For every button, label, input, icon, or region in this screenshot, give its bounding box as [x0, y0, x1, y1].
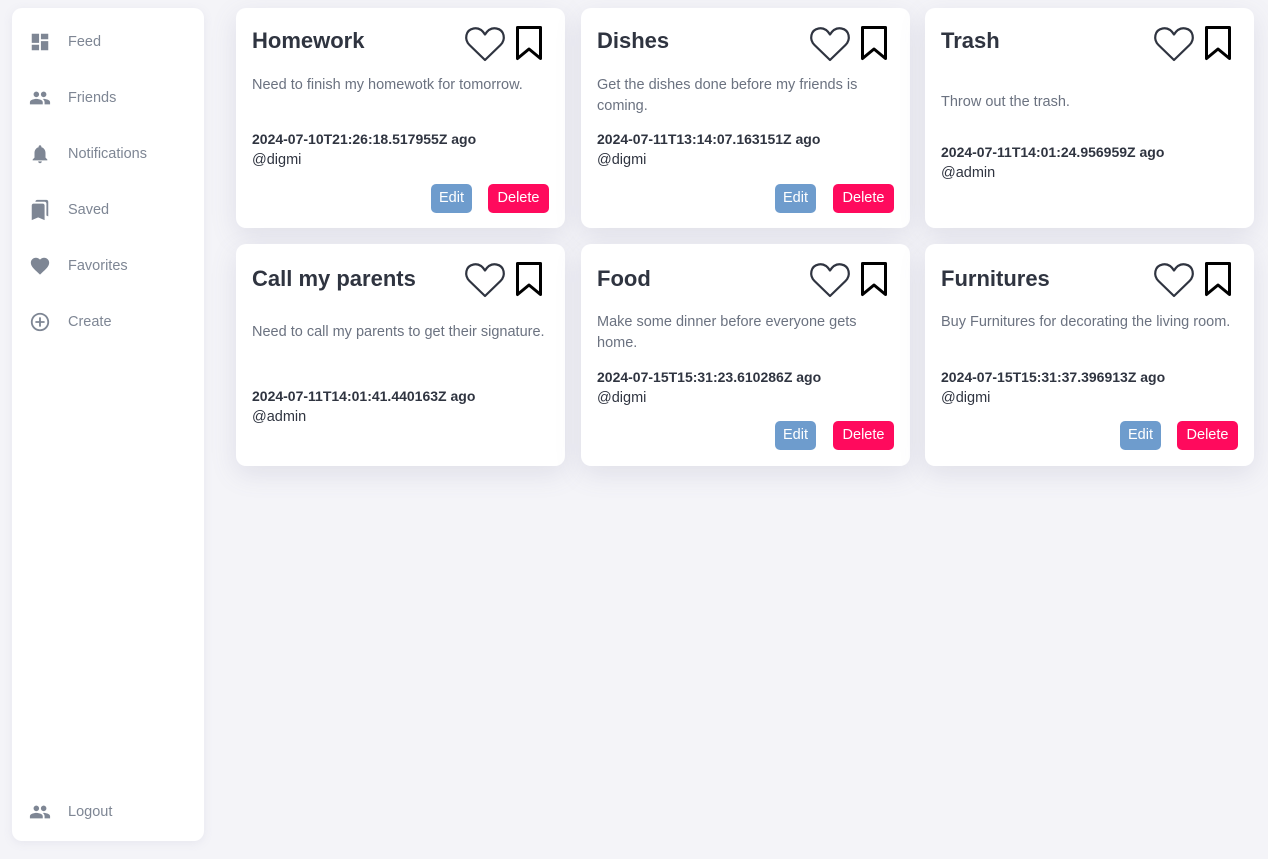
bookmark-icon[interactable]: [858, 24, 890, 62]
edit-button[interactable]: Edit: [1120, 421, 1161, 450]
sidebar-item-create[interactable]: Create: [28, 310, 112, 334]
card-username: @digmi: [252, 152, 302, 168]
bookmark-icon[interactable]: [513, 24, 545, 62]
task-card-homework: Homework Need to finish my homewotk for …: [236, 8, 565, 228]
card-title: Trash: [941, 28, 1000, 53]
task-card-food: Food Make some dinner before everyone ge…: [581, 244, 910, 466]
delete-button[interactable]: Delete: [833, 184, 894, 213]
card-username: @digmi: [597, 390, 647, 406]
heart-icon[interactable]: [1152, 24, 1196, 64]
card-description: Get the dishes done before my friends is…: [597, 77, 858, 114]
sidebar-item-label: Create: [68, 314, 112, 330]
sidebar-item-saved[interactable]: Saved: [28, 198, 109, 222]
card-description: Need to call my parents to get their sig…: [252, 324, 545, 340]
heart-icon[interactable]: [1152, 260, 1196, 300]
card-timestamp: 2024-07-11T13:14:07.163151Z ago: [597, 131, 821, 147]
bell-icon: [28, 142, 52, 166]
card-description: Throw out the trash.: [941, 94, 1070, 110]
sidebar-item-favorites[interactable]: Favorites: [28, 254, 128, 278]
delete-button[interactable]: Delete: [1177, 421, 1238, 450]
plus-circle-icon: [28, 310, 52, 334]
task-card-call-my-parents: Call my parents Need to call my parents …: [236, 244, 565, 466]
people-icon: [28, 800, 52, 824]
sidebar-item-feed[interactable]: Feed: [28, 30, 101, 54]
card-description: Need to finish my homewotk for tomorrow.: [252, 77, 523, 93]
sidebar-item-label: Feed: [68, 34, 102, 50]
edit-button[interactable]: Edit: [775, 421, 816, 450]
edit-button[interactable]: Edit: [775, 184, 816, 213]
sidebar-item-friends[interactable]: Friends: [28, 86, 116, 110]
delete-button[interactable]: Delete: [488, 184, 549, 213]
card-timestamp: 2024-07-10T21:26:18.517955Z ago: [252, 131, 477, 147]
card-username: @admin: [252, 409, 307, 425]
sidebar-item-label: Notifications: [68, 146, 147, 162]
sidebar-item-label: Saved: [68, 202, 110, 218]
card-timestamp: 2024-07-15T15:31:23.610286Z ago: [597, 369, 822, 385]
card-title: Furnitures: [941, 266, 1050, 291]
card-title: Call my parents: [252, 266, 416, 291]
heart-icon[interactable]: [808, 260, 852, 300]
card-title: Dishes: [597, 28, 670, 53]
bookmark-icon[interactable]: [858, 260, 890, 298]
sidebar-item-label: Favorites: [68, 258, 128, 274]
card-timestamp: 2024-07-15T15:31:37.396913Z ago: [941, 369, 1166, 385]
heart-icon[interactable]: [808, 24, 852, 64]
card-title: Food: [597, 266, 651, 291]
bookmark-icon[interactable]: [1202, 260, 1234, 298]
task-card-trash: Trash Throw out the trash. 2024-07-11T14…: [925, 8, 1254, 228]
card-description: Make some dinner before everyone gets ho…: [597, 314, 857, 351]
people-icon: [28, 86, 52, 110]
task-card-furnitures: Furnitures Buy Furnitures for decorating…: [925, 244, 1254, 466]
card-username: @digmi: [597, 152, 647, 168]
logout-label: Logout: [68, 804, 113, 820]
card-title: Homework: [252, 28, 365, 53]
bookmark-icon[interactable]: [1202, 24, 1234, 62]
task-card-dishes: Dishes Get the dishes done before my fri…: [581, 8, 910, 228]
heart-icon[interactable]: [463, 260, 507, 300]
card-description: Buy Furnitures for decorating the living…: [941, 314, 1231, 330]
card-timestamp: 2024-07-11T14:01:41.440163Z ago: [252, 388, 476, 404]
card-username: @digmi: [941, 390, 991, 406]
edit-button[interactable]: Edit: [431, 184, 472, 213]
heart-icon: [28, 254, 52, 278]
card-username: @admin: [941, 165, 996, 181]
heart-icon[interactable]: [463, 24, 507, 64]
sidebar: Feed Friends Notifications Saved Favorit…: [12, 8, 204, 841]
card-timestamp: 2024-07-11T14:01:24.956959Z ago: [941, 144, 1165, 160]
sidebar-item-notifications[interactable]: Notifications: [28, 142, 147, 166]
dashboard-icon: [28, 30, 52, 54]
logout-button[interactable]: Logout: [28, 800, 112, 824]
delete-button[interactable]: Delete: [833, 421, 894, 450]
sidebar-item-label: Friends: [68, 90, 117, 106]
bookmark-icon[interactable]: [513, 260, 545, 298]
bookmarks-icon: [28, 198, 52, 222]
